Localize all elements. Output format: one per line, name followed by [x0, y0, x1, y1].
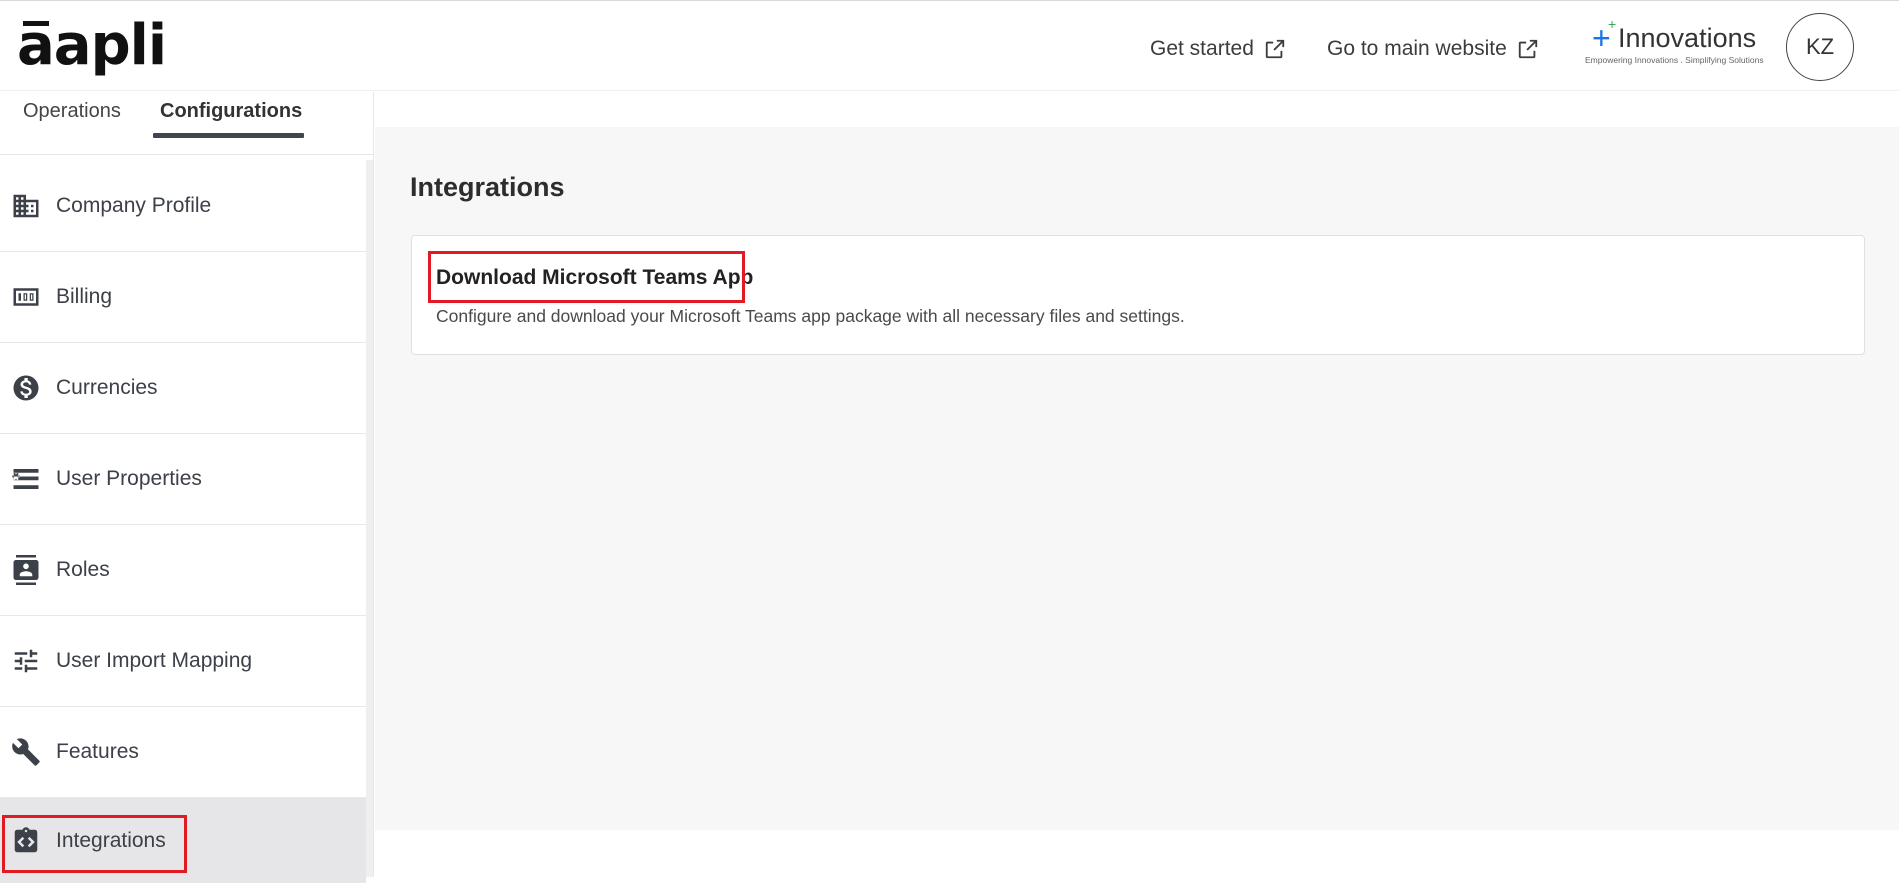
sidebar-item-user-properties[interactable]: User Properties: [0, 434, 366, 525]
external-link-icon: [1265, 39, 1285, 59]
sidebar-scrollbar[interactable]: [366, 160, 373, 877]
building-icon: [10, 190, 42, 222]
sidebar: Operations Configurations Company Profil…: [0, 92, 374, 883]
external-link-icon: [1518, 39, 1537, 59]
tab-configurations[interactable]: Configurations: [160, 100, 302, 123]
list-icon: [10, 463, 42, 495]
integrations-highlight-box: [2, 815, 187, 873]
sidebar-item-label: Roles: [56, 558, 110, 581]
brand-name: Innovations: [1618, 23, 1757, 53]
billing-icon: [10, 281, 42, 313]
sidebar-item-label: User Properties: [56, 467, 202, 490]
sidebar-item-user-import-mapping[interactable]: User Import Mapping: [0, 616, 366, 707]
user-avatar[interactable]: KZ: [1786, 13, 1854, 81]
tab-operations[interactable]: Operations: [23, 100, 121, 123]
wrench-icon: [10, 736, 42, 768]
sidebar-item-roles[interactable]: Roles: [0, 525, 366, 616]
main-website-label: Go to main website: [1327, 37, 1507, 60]
page-title: Integrations: [410, 172, 565, 202]
card-description: Configure and download your Microsoft Te…: [436, 306, 1185, 326]
teams-app-highlight-box: [428, 251, 745, 303]
small-plus-icon: +: [1608, 16, 1617, 32]
sidebar-item-features[interactable]: Features: [0, 707, 366, 798]
dollar-circle-icon: [10, 372, 42, 404]
aapli-logo[interactable]: aapli: [17, 13, 167, 79]
top-header: aapli Get started Go to main website + +…: [0, 0, 1899, 91]
get-started-label: Get started: [1150, 37, 1254, 60]
innovations-brand-logo: + + Innovations Empowering Innovations .…: [1582, 16, 1764, 69]
sidebar-item-billing[interactable]: Billing: [0, 252, 366, 343]
contact-card-icon: [10, 554, 42, 586]
sliders-icon: [10, 645, 42, 677]
main-website-link[interactable]: Go to main website: [1327, 37, 1539, 61]
active-tab-indicator: [153, 133, 304, 138]
sidebar-item-label: Billing: [56, 285, 113, 308]
sidebar-item-label: User Import Mapping: [56, 649, 253, 672]
sidebar-item-company-profile[interactable]: Company Profile: [0, 161, 366, 252]
sidebar-item-label: Features: [56, 740, 139, 763]
get-started-link[interactable]: Get started: [1150, 37, 1286, 61]
main-content-area: [375, 127, 1899, 830]
logo-macron: [23, 21, 49, 26]
sidebar-item-currencies[interactable]: Currencies: [0, 343, 366, 434]
brand-tagline: Empowering Innovations . Simplifying Sol…: [1585, 55, 1764, 65]
sidebar-item-label: Company Profile: [56, 194, 212, 217]
sidebar-tabs: Operations Configurations: [0, 92, 374, 155]
sidebar-item-label: Currencies: [56, 376, 158, 399]
